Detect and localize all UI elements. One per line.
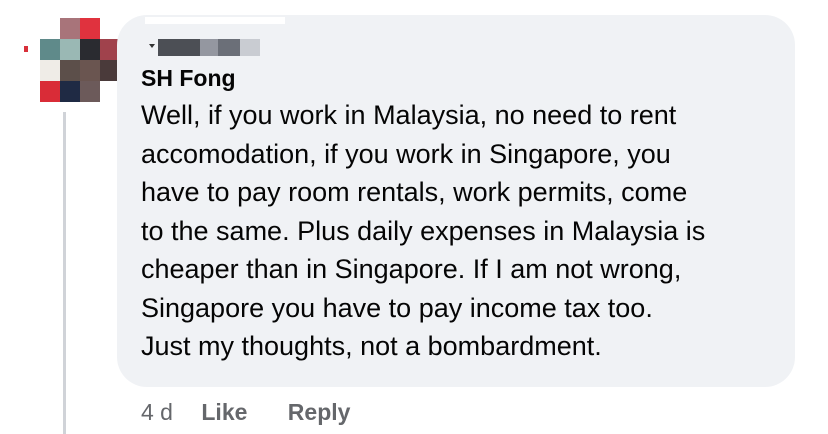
reply-button[interactable]: Reply <box>288 399 351 425</box>
comment-line: Singapore you have to pay income tax too… <box>141 292 653 323</box>
comment-timestamp[interactable]: 4 d <box>141 399 173 425</box>
decorative-mark <box>24 46 28 52</box>
avatar[interactable] <box>40 18 120 102</box>
caret-icon <box>149 44 155 48</box>
redacted-badge <box>218 39 240 56</box>
redaction-strip <box>145 17 285 24</box>
comment-line: have to pay room rentals, work permits, … <box>141 177 688 207</box>
redacted-badge <box>158 39 200 56</box>
comment-author[interactable]: SH Fong <box>141 64 236 92</box>
comment-body: Well, if you work in Malaysia, no need t… <box>141 96 791 366</box>
comment-line: Well, if you work in Malaysia, no need t… <box>141 100 677 130</box>
like-button[interactable]: Like <box>201 399 247 425</box>
redacted-badge <box>240 39 260 56</box>
comment-actions: 4 d Like Reply <box>141 397 384 427</box>
redacted-badge <box>200 39 218 56</box>
comment-line: accomodation, if you work in Singapore, … <box>141 138 671 169</box>
comment-line: Just my thoughts, not a bombardment. <box>141 331 602 361</box>
comment-line: to the same. Plus daily expenses in Mala… <box>141 215 706 246</box>
comment-thread: SH Fong Well, if you work in Malaysia, n… <box>0 0 828 434</box>
thread-connector-line <box>63 112 66 434</box>
comment-line: cheaper than in Singapore. If I am not w… <box>141 254 682 284</box>
